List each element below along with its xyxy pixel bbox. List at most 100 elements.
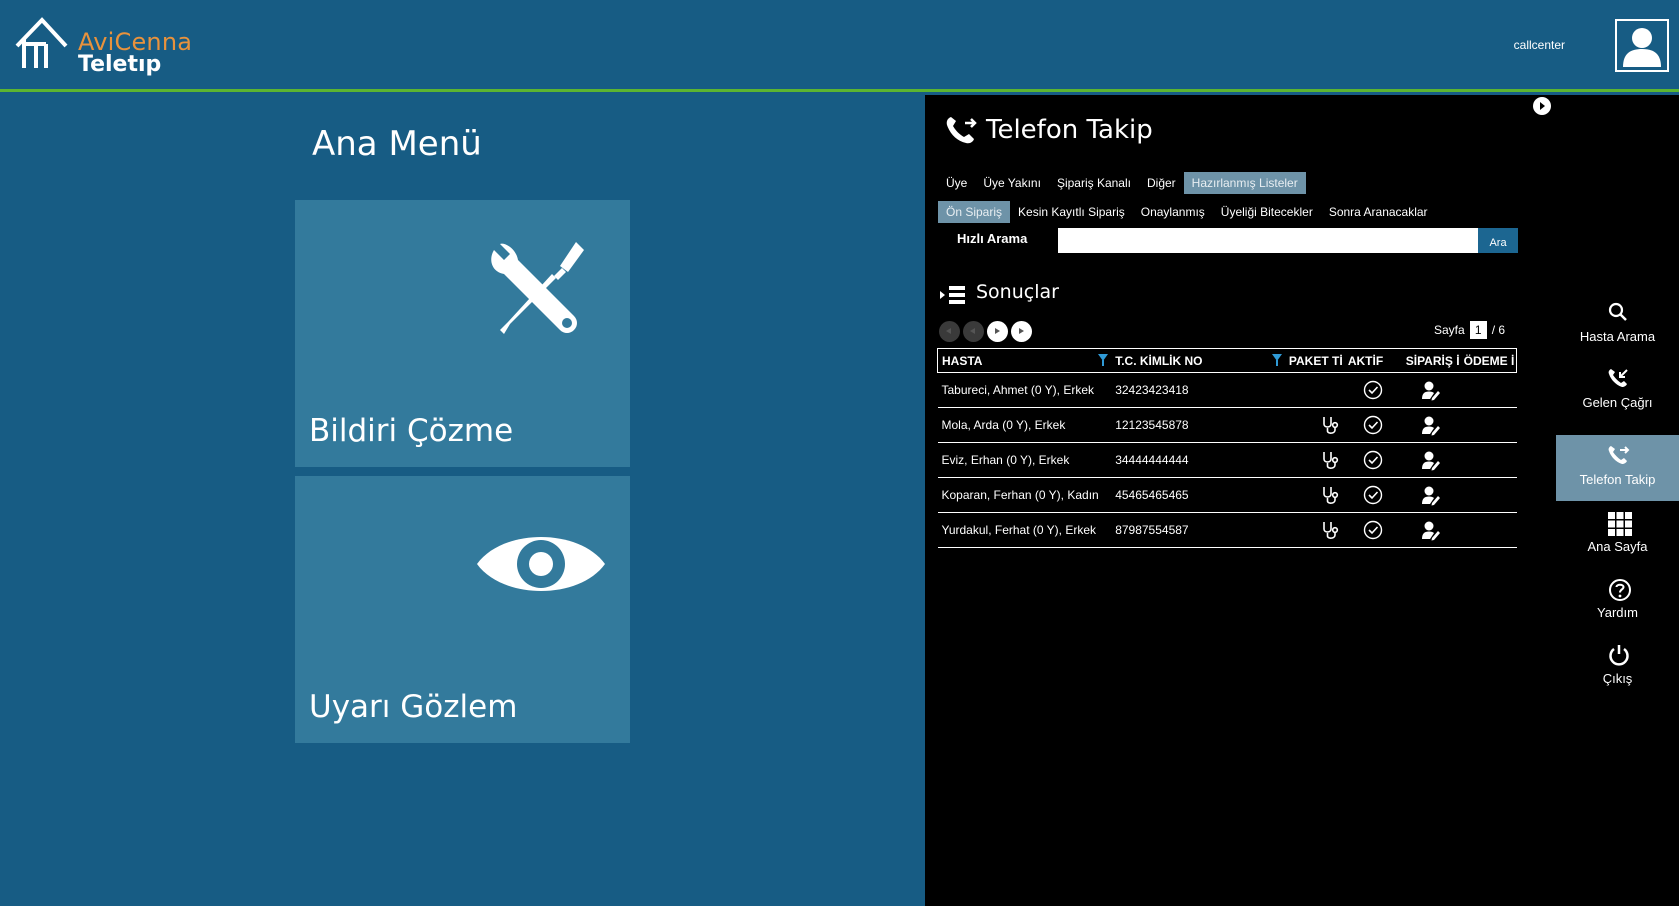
logo[interactable]: AviCenna Teletıp bbox=[14, 16, 204, 78]
stethoscope-icon bbox=[1323, 417, 1338, 434]
table-row[interactable]: Mola, Arda (0 Y), Erkek 12123545878 bbox=[937, 407, 1517, 443]
tab-hazirlanmis-listeler[interactable]: Hazırlanmış Listeler bbox=[1183, 172, 1306, 194]
avatar[interactable] bbox=[1615, 19, 1669, 72]
table-row[interactable]: Koparan, Ferhan (0 Y), Kadın 45465465465 bbox=[937, 477, 1517, 513]
cell-package[interactable] bbox=[1284, 512, 1344, 548]
cell-package bbox=[1284, 372, 1344, 408]
column-header-tc[interactable]: T.C. KİMLİK NO bbox=[1111, 348, 1285, 373]
side-item-label: Gelen Çağrı bbox=[1582, 395, 1653, 410]
tab-uye[interactable]: Üye bbox=[938, 172, 975, 194]
cell-order[interactable] bbox=[1401, 372, 1460, 408]
tile-uyari-gozlem[interactable]: Uyarı Gözlem bbox=[295, 476, 630, 743]
tab-uyeligi-bitecekler[interactable]: Üyeliği Bitecekler bbox=[1213, 201, 1321, 223]
prev-page-button[interactable] bbox=[963, 321, 984, 342]
cell-payment bbox=[1459, 407, 1517, 443]
side-item-gelen-cagri[interactable]: Gelen Çağrı bbox=[1556, 358, 1679, 424]
cell-package[interactable] bbox=[1284, 407, 1344, 443]
user-edit-icon bbox=[1421, 416, 1440, 435]
quick-search-label: Hızlı Arama bbox=[957, 231, 1028, 246]
tab-diger[interactable]: Diğer bbox=[1139, 172, 1184, 194]
list-icon bbox=[940, 286, 965, 304]
table-row[interactable]: Yurdakul, Ferhat (0 Y), Erkek 87987554587 bbox=[937, 512, 1517, 548]
tile-label: Bildiri Çözme bbox=[309, 413, 514, 449]
cell-active[interactable] bbox=[1343, 512, 1402, 548]
side-item-telefon-takip[interactable]: Telefon Takip bbox=[1556, 435, 1679, 501]
quick-search-input[interactable] bbox=[1058, 228, 1479, 253]
first-page-button[interactable] bbox=[939, 321, 960, 342]
cell-tc: 34444444444 bbox=[1111, 442, 1285, 478]
column-header-paket[interactable]: PAKET Tİ bbox=[1284, 348, 1344, 373]
filter-icon[interactable] bbox=[1271, 354, 1282, 366]
cell-package[interactable] bbox=[1284, 477, 1344, 513]
tile-label: Uyarı Gözlem bbox=[309, 689, 518, 725]
cell-order[interactable] bbox=[1401, 442, 1460, 478]
check-circle-icon bbox=[1363, 485, 1382, 505]
app-root: AviCenna Teletıp callcenter Ana Menü Bil… bbox=[0, 0, 1679, 909]
tab-row-primary: Üye Üye Yakını Şipariş Kanalı Diğer Hazı… bbox=[938, 172, 1306, 194]
logo-sub: Teletıp bbox=[78, 52, 162, 77]
user-edit-icon bbox=[1421, 521, 1440, 540]
user-icon bbox=[1623, 28, 1661, 67]
side-item-label: Telefon Takip bbox=[1579, 472, 1656, 487]
side-nav: Hasta Arama Gelen Çağrı Telefon Takip An… bbox=[1556, 95, 1679, 909]
user-name[interactable]: callcenter bbox=[1514, 38, 1565, 52]
cell-active[interactable] bbox=[1343, 407, 1402, 443]
power-icon bbox=[1609, 645, 1629, 666]
search-icon bbox=[1608, 302, 1627, 321]
tab-siparis-kanali[interactable]: Şipariş Kanalı bbox=[1049, 172, 1139, 194]
page-info: Sayfa 1 / 6 bbox=[1434, 321, 1505, 339]
phone-track-icon bbox=[946, 117, 977, 144]
cell-tc: 87987554587 bbox=[1111, 512, 1285, 548]
cell-active[interactable] bbox=[1343, 477, 1402, 513]
phone-track-icon bbox=[1608, 446, 1630, 464]
table-row[interactable]: Tabureci, Ahmet (0 Y), Erkek 32423423418 bbox=[937, 372, 1517, 408]
cell-order[interactable] bbox=[1401, 512, 1460, 548]
side-item-cikis[interactable]: Çıkış bbox=[1556, 634, 1679, 700]
page-title: Ana Menü bbox=[312, 124, 482, 164]
column-header-label: ÖDEME İ bbox=[1463, 353, 1515, 368]
column-header-siparis[interactable]: SİPARİŞ İ bbox=[1401, 348, 1460, 373]
tab-sonra-aranacaklar[interactable]: Sonra Aranacaklar bbox=[1321, 201, 1436, 223]
logo-mark-icon bbox=[15, 17, 68, 68]
column-header-odeme[interactable]: ÖDEME İ bbox=[1459, 348, 1517, 373]
column-header-aktif[interactable]: AKTİF bbox=[1343, 348, 1402, 373]
side-item-yardim[interactable]: Yardım bbox=[1556, 568, 1679, 634]
last-page-button[interactable] bbox=[1011, 321, 1032, 342]
table-row[interactable]: Eviz, Erhan (0 Y), Erkek 34444444444 bbox=[937, 442, 1517, 478]
column-header-hasta[interactable]: HASTA bbox=[937, 348, 1112, 373]
cell-tc: 32423423418 bbox=[1111, 372, 1285, 408]
current-page-input[interactable]: 1 bbox=[1469, 321, 1487, 339]
side-item-label: Çıkış bbox=[1602, 671, 1633, 686]
filter-icon[interactable] bbox=[1098, 354, 1109, 366]
side-item-ana-sayfa[interactable]: Ana Sayfa bbox=[1556, 502, 1679, 568]
column-header-label: HASTA bbox=[942, 353, 983, 368]
cell-order[interactable] bbox=[1401, 477, 1460, 513]
tab-on-siparis[interactable]: Ön Sipariş bbox=[938, 201, 1011, 223]
cell-package[interactable] bbox=[1284, 442, 1344, 478]
tab-kesin-kayitli-siparis[interactable]: Kesin Kayıtlı Sipariş bbox=[1010, 201, 1133, 223]
eye-icon bbox=[477, 537, 605, 591]
cell-patient: Tabureci, Ahmet (0 Y), Erkek bbox=[937, 372, 1112, 408]
panel-title: Telefon Takip bbox=[986, 115, 1153, 145]
pager bbox=[939, 321, 1032, 342]
cell-patient: Mola, Arda (0 Y), Erkek bbox=[937, 407, 1112, 443]
cell-active[interactable] bbox=[1343, 372, 1402, 408]
results-table: HASTA T.C. KİMLİK NO PAKET Tİ AKTİF SİPA… bbox=[937, 348, 1517, 548]
tile-bildiri-cozme[interactable]: Bildiri Çözme bbox=[295, 200, 630, 467]
search-button[interactable]: Ara bbox=[1478, 228, 1518, 253]
next-page-button[interactable] bbox=[987, 321, 1008, 342]
cell-payment bbox=[1459, 512, 1517, 548]
cell-patient: Yurdakul, Ferhat (0 Y), Erkek bbox=[937, 512, 1112, 548]
cell-patient: Koparan, Ferhan (0 Y), Kadın bbox=[937, 477, 1112, 513]
user-edit-icon bbox=[1421, 381, 1440, 400]
tab-uye-yakini[interactable]: Üye Yakını bbox=[975, 172, 1049, 194]
incoming-call-icon bbox=[1608, 369, 1628, 387]
collapse-panel-button[interactable] bbox=[1533, 97, 1551, 115]
cell-active[interactable] bbox=[1343, 442, 1402, 478]
total-pages: / 6 bbox=[1491, 323, 1506, 337]
cell-order[interactable] bbox=[1401, 407, 1460, 443]
user-edit-icon bbox=[1421, 486, 1440, 505]
cell-patient: Eviz, Erhan (0 Y), Erkek bbox=[937, 442, 1112, 478]
tab-onaylanmis[interactable]: Onaylanmış bbox=[1133, 201, 1213, 223]
side-item-hasta-arama[interactable]: Hasta Arama bbox=[1556, 292, 1679, 358]
